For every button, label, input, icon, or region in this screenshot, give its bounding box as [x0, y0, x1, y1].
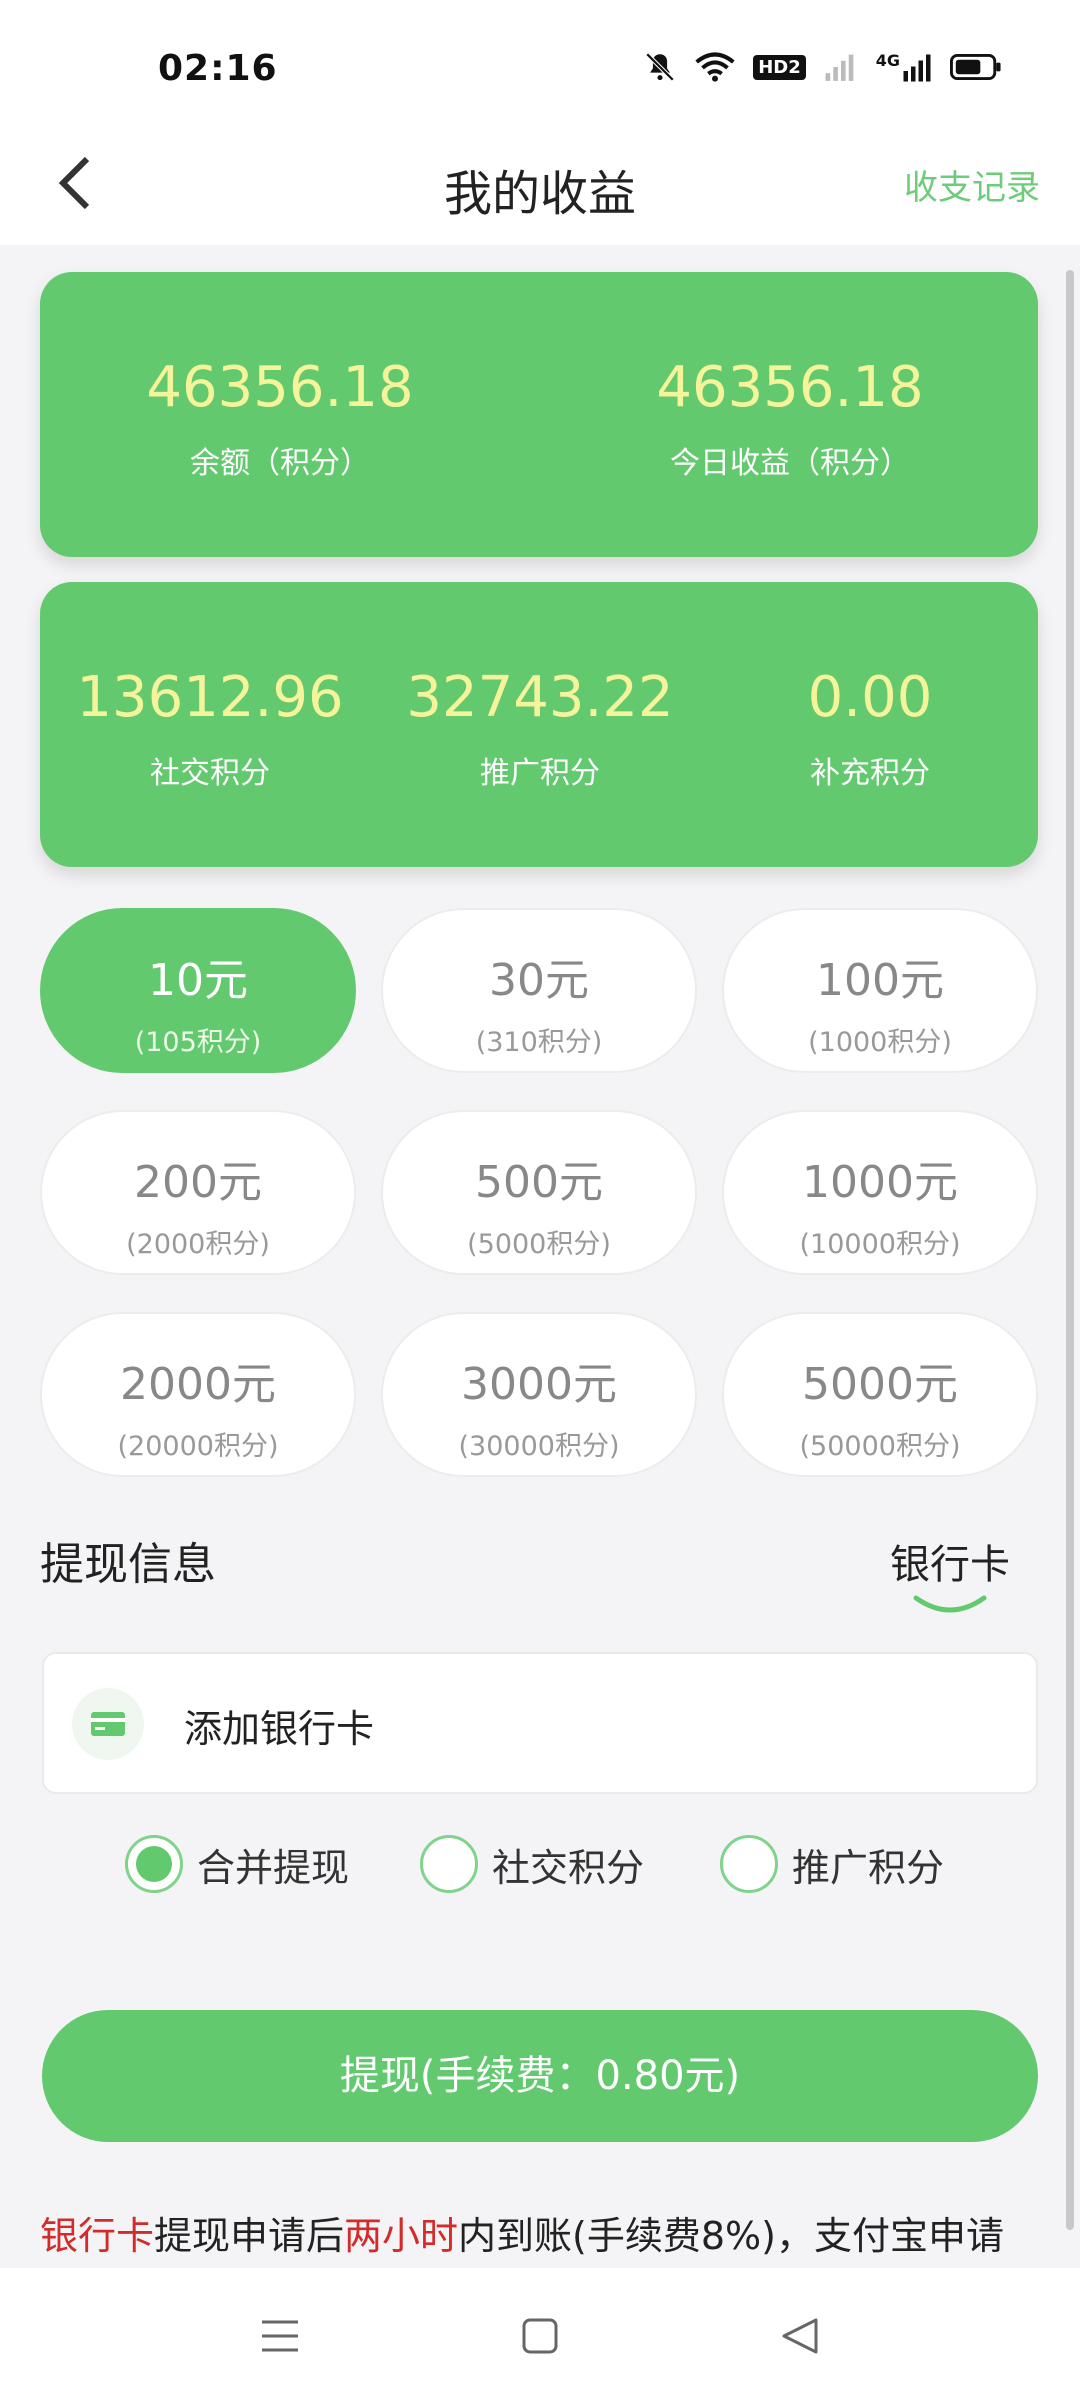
menu-button[interactable]	[250, 2308, 310, 2368]
amount-option[interactable]: 30元 (310积分)	[381, 908, 697, 1073]
extra-points-stat: 0.00 补充积分	[730, 670, 1010, 792]
withdraw-button[interactable]: 提现(手续费：0.80元)	[42, 2010, 1038, 2142]
withdraw-notice: 银行卡提现申请后两小时内到账(手续费8%)，支付宝申请	[40, 2205, 1050, 2260]
network-type-label: 4G	[875, 50, 900, 70]
amount-option-value: 500元	[475, 1157, 603, 1208]
wifi-icon	[695, 51, 735, 83]
radio-unchecked-icon	[420, 1835, 478, 1893]
radio-label: 推广积分	[792, 1845, 945, 1890]
system-back-button[interactable]	[770, 2308, 830, 2368]
home-square-icon	[521, 2317, 559, 2359]
status-icons: HD2 4G	[643, 50, 1002, 84]
balance-stat: 46356.18 余额（积分）	[120, 360, 440, 482]
mute-bell-icon	[643, 50, 677, 84]
amount-option[interactable]: 100元 (1000积分)	[722, 908, 1038, 1073]
balance-label: 余额（积分）	[190, 446, 370, 481]
amount-option-value: 5000元	[802, 1359, 958, 1410]
amount-option-points: (5000积分)	[467, 1229, 611, 1260]
radio-social-points[interactable]: 社交积分	[420, 1835, 644, 1893]
amount-option-value: 3000元	[461, 1359, 617, 1410]
today-earnings-value: 46356.18	[656, 355, 924, 420]
nav-bar: 我的收益 收支记录	[0, 130, 1080, 245]
amount-option-points: (310积分)	[475, 1027, 603, 1058]
withdraw-info-title: 提现信息	[40, 1539, 216, 1590]
social-points-value: 13612.96	[76, 665, 344, 730]
add-bank-card-row[interactable]: 添加银行卡	[42, 1652, 1038, 1794]
4g-signal-icon: 4G	[876, 51, 932, 84]
amount-option-value: 30元	[489, 955, 589, 1006]
status-time: 02:16	[158, 48, 278, 89]
amount-option-points: (30000积分)	[458, 1431, 620, 1462]
social-points-stat: 13612.96 社交积分	[70, 670, 350, 792]
amount-option-points: (1000积分)	[808, 1027, 952, 1058]
amount-option-points: (10000积分)	[799, 1229, 961, 1260]
extra-points-value: 0.00	[807, 665, 933, 730]
amount-option[interactable]: 10元 (105积分)	[40, 908, 356, 1073]
signal-off-icon	[824, 51, 858, 83]
amount-option[interactable]: 5000元 (50000积分)	[722, 1312, 1038, 1477]
balance-value: 46356.18	[146, 355, 414, 420]
amount-option-value: 100元	[816, 955, 944, 1006]
home-button[interactable]	[510, 2308, 570, 2368]
notice-two-hours: 两小时	[344, 2214, 459, 2258]
transaction-records-link[interactable]: 收支记录	[904, 160, 1040, 209]
amount-option-value: 1000元	[802, 1157, 958, 1208]
scrollbar[interactable]	[1066, 270, 1074, 2230]
tab-indicator-icon	[913, 1595, 987, 1613]
notice-text-1: 提现申请后	[154, 2214, 345, 2258]
amount-option[interactable]: 3000元 (30000积分)	[381, 1312, 697, 1477]
amount-option[interactable]: 2000元 (20000积分)	[40, 1312, 356, 1477]
amount-option[interactable]: 500元 (5000积分)	[381, 1110, 697, 1275]
social-points-label: 社交积分	[150, 756, 270, 791]
system-nav-bar	[0, 2268, 1080, 2400]
radio-checked-icon	[125, 1835, 183, 1893]
amount-option-value: 10元	[148, 955, 248, 1006]
amount-option-points: (105积分)	[134, 1027, 262, 1058]
bank-card-icon	[72, 1688, 144, 1760]
amount-option[interactable]: 200元 (2000积分)	[40, 1110, 356, 1275]
points-breakdown-card: 13612.96 社交积分 32743.22 推广积分 0.00 补充积分	[40, 582, 1038, 867]
bank-card-tab[interactable]: 银行卡	[890, 1532, 1010, 1616]
amount-option-value: 2000元	[120, 1359, 276, 1410]
add-bank-card-label: 添加银行卡	[184, 1707, 375, 1751]
radio-promo-points[interactable]: 推广积分	[720, 1835, 944, 1893]
radio-unchecked-icon	[720, 1835, 778, 1893]
hd2-icon: HD2	[753, 54, 806, 80]
amount-option-points: (50000积分)	[799, 1431, 961, 1462]
promo-points-stat: 32743.22 推广积分	[400, 670, 680, 792]
extra-points-label: 补充积分	[810, 756, 930, 791]
notice-bank-card: 银行卡	[40, 2214, 155, 2258]
amount-option-value: 200元	[134, 1157, 262, 1208]
amount-option-points: (20000积分)	[117, 1431, 279, 1462]
amount-option-points: (2000积分)	[126, 1229, 270, 1260]
radio-label: 合并提现	[197, 1845, 350, 1890]
radio-label: 社交积分	[492, 1845, 645, 1890]
battery-icon	[950, 53, 1002, 81]
radio-merge-withdraw[interactable]: 合并提现	[125, 1835, 349, 1893]
bank-card-tab-label: 银行卡	[890, 1542, 1010, 1588]
amount-option[interactable]: 1000元 (10000积分)	[722, 1110, 1038, 1275]
promo-points-value: 32743.22	[406, 665, 674, 730]
promo-points-label: 推广积分	[480, 756, 600, 791]
notice-text-2: 内到账(手续费8%)，支付宝申请	[458, 2214, 1004, 2258]
back-triangle-icon	[780, 2317, 820, 2359]
today-earnings-label: 今日收益（积分）	[670, 446, 910, 481]
withdraw-source-radio-group: 合并提现 社交积分 推广积分	[0, 1835, 1080, 1905]
today-earnings-stat: 46356.18 今日收益（积分）	[600, 360, 980, 482]
status-bar: 02:16 HD2 4G	[0, 0, 1080, 130]
menu-icon	[260, 2318, 300, 2358]
balance-summary-card: 46356.18 余额（积分） 46356.18 今日收益（积分）	[40, 272, 1038, 557]
